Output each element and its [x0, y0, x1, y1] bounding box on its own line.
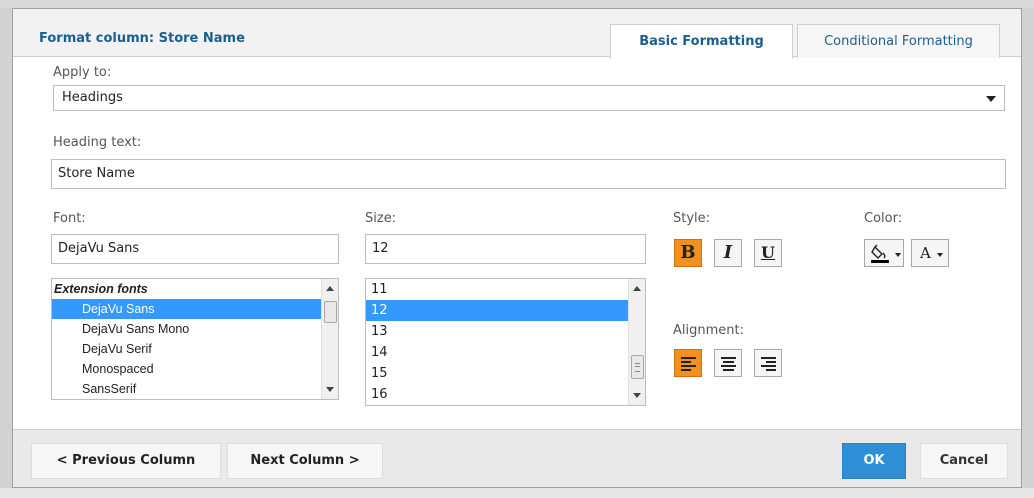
- previous-column-button[interactable]: < Previous Column: [31, 443, 221, 479]
- dialog-header: Format column: Store Name Basic Formatti…: [13, 9, 1021, 59]
- font-option[interactable]: Monospaced: [52, 359, 338, 379]
- size-listbox[interactable]: 11 12 13 14 15 16: [365, 278, 646, 406]
- apply-to-label: Apply to:: [53, 65, 112, 80]
- scroll-up-icon[interactable]: [326, 286, 334, 291]
- text-color-button[interactable]: A: [911, 239, 949, 267]
- alignment-label: Alignment:: [673, 323, 744, 338]
- scroll-down-icon[interactable]: [633, 393, 641, 398]
- chevron-down-icon: [986, 96, 996, 102]
- size-label: Size:: [365, 211, 397, 226]
- tab-basic-formatting[interactable]: Basic Formatting: [610, 24, 793, 59]
- text-color-icon: A: [920, 244, 931, 262]
- size-option[interactable]: 13: [366, 321, 645, 342]
- background-right-edge: [1022, 8, 1034, 488]
- dialog-footer: < Previous Column Next Column > OK Cance…: [13, 429, 1021, 487]
- scroll-thumb[interactable]: [324, 301, 337, 323]
- font-option[interactable]: DejaVu Serif: [52, 339, 338, 359]
- next-column-button[interactable]: Next Column >: [227, 443, 383, 479]
- chevron-down-icon: [895, 253, 901, 257]
- scroll-up-icon[interactable]: [633, 286, 641, 291]
- apply-to-select[interactable]: Headings: [53, 85, 1005, 111]
- background-spreadsheet-bottom: [0, 488, 1034, 498]
- dialog-title: Format column: Store Name: [39, 31, 245, 46]
- size-input[interactable]: 12: [365, 234, 646, 264]
- tab-conditional-formatting[interactable]: Conditional Formatting: [797, 24, 1000, 58]
- fill-color-button[interactable]: [864, 239, 904, 267]
- size-list-scrollbar[interactable]: [628, 279, 645, 405]
- size-option[interactable]: 12: [366, 300, 645, 321]
- underline-button[interactable]: U: [754, 239, 782, 267]
- cancel-button[interactable]: Cancel: [920, 443, 1008, 479]
- ok-button[interactable]: OK: [842, 443, 906, 479]
- align-center-button[interactable]: [714, 349, 742, 377]
- bold-button[interactable]: B: [674, 239, 702, 267]
- font-group-header: Extension fonts: [54, 282, 148, 296]
- chevron-down-icon: [937, 253, 943, 257]
- align-left-button[interactable]: [674, 349, 702, 377]
- background-spreadsheet-top: [0, 0, 1034, 8]
- font-listbox[interactable]: Extension fonts DejaVu Sans DejaVu Sans …: [51, 278, 339, 400]
- size-option[interactable]: 15: [366, 363, 645, 384]
- style-label: Style:: [673, 211, 711, 226]
- font-option[interactable]: DejaVu Sans: [52, 299, 338, 319]
- align-right-button[interactable]: [754, 349, 782, 377]
- apply-to-value: Headings: [62, 90, 123, 105]
- heading-text-label: Heading text:: [53, 135, 142, 150]
- font-input[interactable]: DejaVu Sans: [51, 234, 339, 264]
- size-option[interactable]: 11: [366, 279, 645, 300]
- scroll-thumb[interactable]: [631, 355, 644, 379]
- scroll-down-icon[interactable]: [326, 387, 334, 392]
- paint-bucket-icon: [871, 244, 889, 263]
- format-column-dialog: Format column: Store Name Basic Formatti…: [12, 8, 1022, 488]
- heading-text-input[interactable]: Store Name: [51, 159, 1006, 189]
- font-label: Font:: [53, 211, 86, 226]
- font-option[interactable]: SansSerif: [52, 379, 338, 399]
- italic-button[interactable]: I: [714, 239, 742, 267]
- font-list-scrollbar[interactable]: [321, 279, 338, 399]
- background-left-edge: [0, 8, 12, 488]
- size-option[interactable]: 16: [366, 384, 645, 405]
- size-option[interactable]: 14: [366, 342, 645, 363]
- color-label: Color:: [864, 211, 903, 226]
- font-option[interactable]: DejaVu Sans Mono: [52, 319, 338, 339]
